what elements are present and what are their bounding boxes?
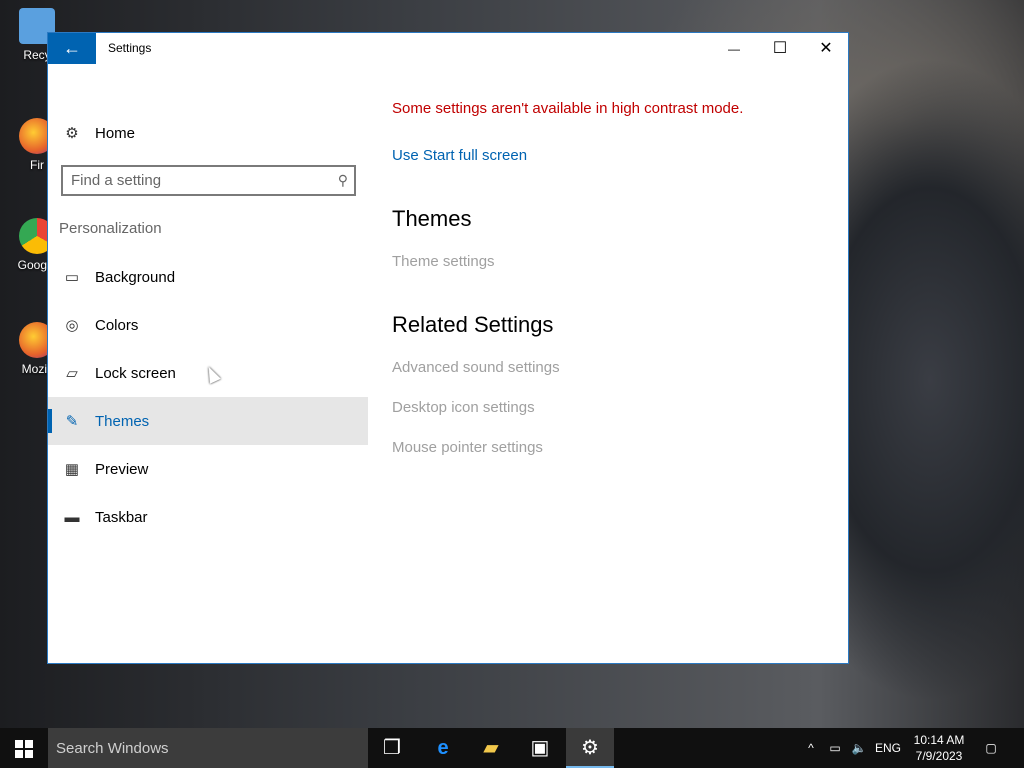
action-center-button[interactable]: ▢	[978, 728, 1004, 768]
start-button[interactable]	[0, 728, 48, 768]
gear-icon: ⚙	[65, 125, 79, 142]
picture-icon: ▭	[64, 269, 80, 286]
network-tray-button[interactable]: ▭	[824, 728, 846, 768]
store-icon: ▣	[530, 737, 550, 759]
themes-heading: Themes	[392, 206, 472, 231]
settings-taskbar-button[interactable]: ⚙	[566, 728, 614, 768]
window-title: Settings	[108, 41, 152, 55]
speaker-icon: 🔈	[851, 741, 867, 755]
lock-screen-icon: ▱	[66, 365, 78, 382]
nav-home-label: Home	[95, 124, 136, 142]
notification-icon: ▢	[985, 741, 997, 755]
clock[interactable]: 10:14 AM 7/9/2023	[905, 732, 973, 764]
edge-taskbar-button[interactable]: e	[419, 728, 467, 768]
find-setting-search: ⚲	[61, 165, 356, 196]
nav-item-colors[interactable]: ◎ Colors	[48, 301, 368, 349]
back-arrow-icon: ←	[63, 38, 81, 58]
nav-item-label: Taskbar	[95, 508, 148, 526]
use-start-full-screen-link[interactable]: Use Start full screen	[392, 147, 527, 164]
maximize-icon: ☐	[772, 40, 788, 57]
maximize-button[interactable]: ☐	[757, 33, 803, 64]
volume-tray-button[interactable]: 🔈	[848, 728, 870, 768]
find-setting-input[interactable]	[63, 167, 323, 194]
store-taskbar-button[interactable]: ▣	[516, 728, 564, 768]
language-tray-button[interactable]: ENG	[872, 728, 904, 768]
nav-item-label: Lock screen	[95, 364, 176, 382]
nav-item-label: Background	[95, 268, 176, 286]
related-settings-heading: Related Settings	[392, 312, 554, 337]
nav-item-themes[interactable]: ✎ Themes	[48, 397, 368, 445]
nav-item-preview[interactable]: ▦ Preview	[48, 445, 368, 493]
close-icon: ✕	[819, 40, 833, 57]
minimize-icon: —	[728, 42, 740, 56]
mouse-pointer-settings-link[interactable]: Mouse pointer settings	[392, 439, 543, 456]
high-contrast-warning: Some settings aren't available in high c…	[392, 100, 744, 117]
show-hidden-icons-button[interactable]: ^	[800, 728, 822, 768]
themes-icon: ✎	[65, 413, 79, 430]
nav-item-label: Colors	[95, 316, 139, 334]
network-icon: ▭	[829, 741, 841, 755]
taskbar: ❐ e ▰ ▣ ⚙ ^ ▭ 🔈 ENG 10:14 AM 7/9/2023 ▢	[0, 728, 1024, 768]
settings-nav: ⚙ Home ⚲ Personalization ▭ Background ◎ …	[48, 64, 368, 664]
nav-item-background[interactable]: ▭ Background	[48, 253, 368, 301]
windows-logo-icon	[15, 740, 33, 759]
theme-settings-link[interactable]: Theme settings	[392, 253, 495, 270]
nav-home[interactable]: ⚙ Home	[48, 109, 368, 157]
preview-icon: ▦	[64, 461, 80, 478]
desktop-icon-settings-link[interactable]: Desktop icon settings	[392, 399, 535, 416]
taskbar-icon: ▬	[64, 508, 80, 526]
task-view-button[interactable]: ❐	[368, 728, 416, 768]
search-icon: ⚲	[337, 172, 348, 188]
folder-icon: ▰	[483, 737, 499, 759]
back-button[interactable]: ←	[48, 33, 96, 64]
minimize-button[interactable]: —	[711, 33, 757, 64]
clock-time: 10:14 AM	[913, 733, 965, 747]
taskbar-search-input[interactable]	[48, 728, 368, 768]
title-bar[interactable]: ← Settings — ☐ ✕	[48, 33, 848, 64]
nav-item-label: Preview	[95, 460, 149, 478]
section-label-personalization: Personalization	[59, 220, 162, 237]
settings-window: ← Settings — ☐ ✕ ⚙ Home ⚲ Personalizatio…	[47, 32, 849, 664]
gear-icon: ⚙	[581, 737, 599, 759]
nav-item-label: Themes	[95, 412, 150, 430]
edge-icon: e	[437, 737, 449, 759]
palette-icon: ◎	[65, 317, 79, 334]
chevron-up-icon: ^	[808, 741, 814, 755]
clock-date: 7/9/2023	[915, 749, 963, 763]
close-button[interactable]: ✕	[803, 33, 849, 64]
advanced-sound-settings-link[interactable]: Advanced sound settings	[392, 359, 560, 376]
task-view-icon: ❐	[383, 737, 401, 759]
file-explorer-taskbar-button[interactable]: ▰	[467, 728, 515, 768]
nav-item-taskbar[interactable]: ▬ Taskbar	[48, 493, 368, 541]
